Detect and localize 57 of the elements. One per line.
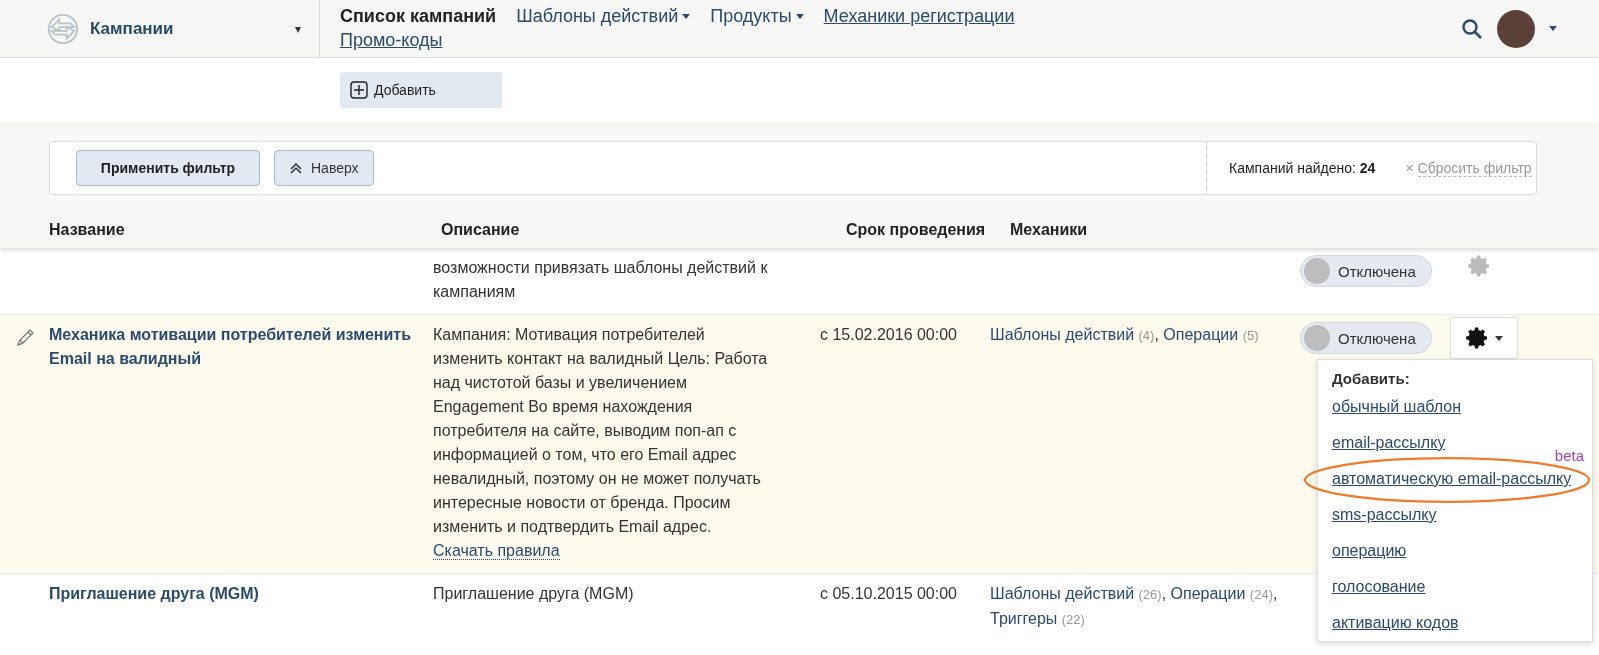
menu-item[interactable]: обычный шаблон (1332, 396, 1462, 418)
nav-link[interactable]: Промо-коды (340, 28, 443, 52)
section-title[interactable]: Кампании (90, 18, 285, 39)
campaign-link[interactable]: Механика мотивации потребителей изменить Email на валидный (49, 323, 423, 371)
download-rules-link[interactable]: Скачать правила (433, 542, 560, 560)
menu-item[interactable]: операцию (1332, 540, 1407, 562)
caret-icon (1494, 335, 1503, 341)
caret-icon[interactable]: ▾ (295, 21, 301, 36)
mechanic-count: (26) (1138, 587, 1162, 602)
settings-icon (1465, 326, 1490, 350)
apply-filter-button[interactable]: Применить фильтр (76, 150, 260, 186)
column-header: Механики (1010, 221, 1088, 238)
plus-icon (350, 81, 368, 99)
menu-item[interactable]: голосование (1332, 576, 1426, 598)
menu-item[interactable]: активацию кодов (1332, 612, 1459, 634)
menu-item[interactable]: email-рассылку (1332, 432, 1446, 454)
mechanic-link[interactable]: Операции (1170, 585, 1246, 602)
separator: , (1273, 585, 1278, 602)
column-header: Название (49, 221, 125, 238)
separator: , (1154, 326, 1159, 343)
mechanic-count: (4) (1138, 328, 1155, 343)
campaign-description: Приглашение друга (MGM) (433, 585, 634, 602)
status-toggle[interactable]: Отключена (1300, 322, 1432, 354)
avatar[interactable] (1497, 9, 1535, 48)
mechanic-link[interactable]: Триггеры (990, 610, 1058, 627)
scroll-top-button[interactable]: Наверх (274, 150, 374, 186)
campaign-link[interactable]: Приглашение друга (MGM) (49, 582, 423, 606)
campaign-period: с 05.10.2015 00:00 (820, 585, 957, 602)
column-header: Описание (441, 221, 520, 238)
settings-button[interactable] (1450, 317, 1518, 359)
nav-link[interactable]: Шаблоны действий (516, 4, 691, 28)
found-count: Кампаний найдено: 24 (1229, 160, 1376, 176)
mechanic-count: (5) (1242, 328, 1259, 343)
pen-icon[interactable] (15, 329, 34, 347)
beta-label: beta (1554, 448, 1584, 464)
menu-heading: Добавить: (1332, 370, 1411, 387)
add-button[interactable]: Добавить (340, 72, 502, 108)
nav-link[interactable]: Механики регистрации (823, 4, 1015, 28)
caret-icon (795, 13, 804, 19)
double-chevron-icon (289, 162, 303, 174)
menu-item[interactable]: sms-рассылку (1332, 504, 1437, 526)
campaign-description: возможности привязать шаблоны действий к кампаниям (433, 259, 768, 300)
status-toggle[interactable]: Отключена (1300, 255, 1432, 287)
campaign-period: с 15.02.2016 00:00 (820, 326, 957, 343)
column-header: Срок проведения (846, 221, 986, 238)
campaign-description: Кампания: Мотивация потребителей изменить контакт на валидный Цель: Работа над чистотой базы и увеличением Engagement Во время нахождения потребителя на сайте, выводим поп-ап с информацией о том, что его Email адрес невалидный, поэтому он не может получать интересные новости от бренда. Просим изменить и подтвердить Email адрес. (433, 326, 768, 535)
search-icon[interactable] (1461, 17, 1483, 40)
separator: , (1161, 585, 1167, 602)
mechanic-link[interactable]: Операции (1163, 326, 1239, 343)
mechanic-count: (24) (1249, 587, 1273, 602)
caret-icon[interactable] (1549, 26, 1557, 31)
caret-icon (682, 13, 691, 19)
mechanic-link[interactable]: Шаблоны действий (990, 326, 1135, 343)
nav-link[interactable]: Список кампаний (340, 4, 497, 28)
mechanic-link[interactable]: Шаблоны действий (990, 585, 1135, 602)
mechanic-count: (22) (1061, 612, 1085, 627)
nav-link[interactable]: Продукты (710, 4, 804, 28)
